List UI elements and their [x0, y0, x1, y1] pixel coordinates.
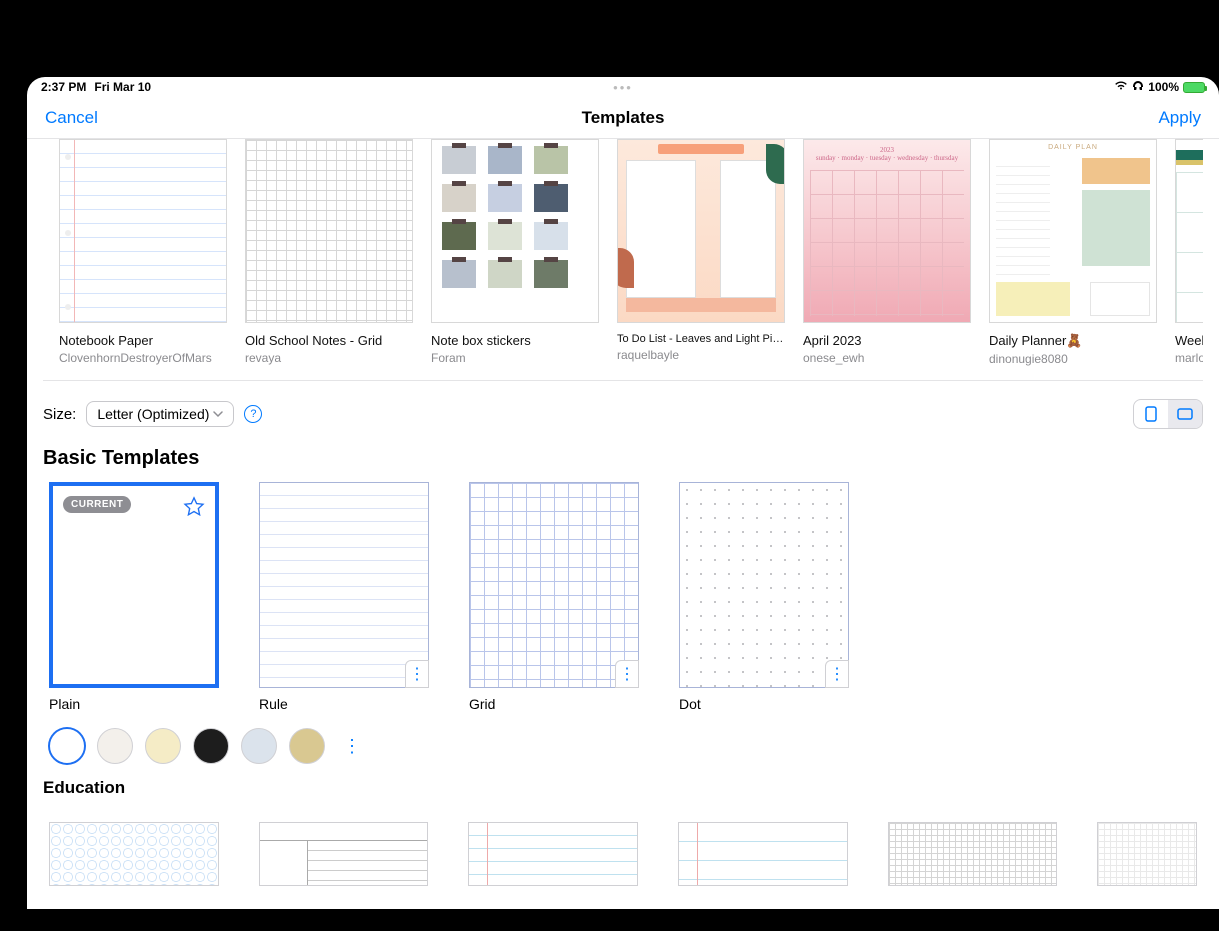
template-author: onese_ewh — [803, 351, 971, 365]
community-template-card[interactable]: To Do List - Leaves and Light Pink Detai… — [617, 139, 785, 366]
education-template[interactable] — [888, 822, 1058, 886]
template-name: Plain — [49, 696, 219, 712]
community-template-card[interactable]: DAILY PLAN Daily Planner🧸 dinonugie8080 — [989, 139, 1157, 366]
community-template-card[interactable]: 2023sunday · monday · tuesday · wednesda… — [803, 139, 971, 366]
cancel-button[interactable]: Cancel — [45, 108, 98, 128]
template-name: Rule — [259, 696, 429, 712]
basic-template-grid[interactable]: ⋮ Grid — [469, 482, 639, 712]
template-name: Dot — [679, 696, 849, 712]
template-author: raquelbayle — [617, 348, 785, 362]
more-icon[interactable]: ⋮ — [405, 660, 429, 688]
status-time: 2:37 PM — [41, 80, 86, 94]
basic-templates-row: CURRENT Plain ⋮ Rule ⋮ Grid ⋮ Dot — [27, 482, 1219, 712]
template-name: Old School Notes - Grid — [245, 333, 413, 348]
more-colors-icon[interactable]: ⋮ — [343, 736, 361, 757]
size-row: Size: Letter (Optimized) ? — [27, 381, 1219, 441]
more-icon[interactable]: ⋮ — [825, 660, 849, 688]
template-author: Foram — [431, 351, 599, 365]
wifi-icon — [1114, 80, 1128, 94]
color-swatch[interactable] — [49, 728, 85, 764]
basic-template-dot[interactable]: ⋮ Dot — [679, 482, 849, 712]
size-value: Letter (Optimized) — [97, 406, 209, 422]
portrait-toggle[interactable] — [1134, 400, 1168, 428]
color-swatch[interactable] — [145, 728, 181, 764]
template-author: ClovenhornDestroyerOfMars — [59, 351, 227, 365]
template-name: April 2023 — [803, 333, 971, 348]
multitask-dots-icon[interactable]: ••• — [613, 80, 633, 95]
color-swatch[interactable] — [289, 728, 325, 764]
modal-header: Cancel Templates Apply — [27, 97, 1219, 139]
color-row: ⋮ — [27, 712, 1219, 772]
template-author: revaya — [245, 351, 413, 365]
education-template[interactable] — [678, 822, 848, 886]
template-name: To Do List - Leaves and Light Pink Detai… — [617, 333, 785, 345]
size-picker[interactable]: Letter (Optimized) — [86, 401, 234, 427]
community-template-card[interactable]: Note box stickers Foram — [431, 139, 599, 366]
help-icon[interactable]: ? — [244, 405, 262, 423]
basic-template-plain[interactable]: CURRENT Plain — [49, 482, 219, 712]
section-title-education: Education — [27, 772, 1219, 810]
community-template-card[interactable]: Weekly marloesh — [1175, 139, 1203, 366]
template-name: Daily Planner🧸 — [989, 333, 1157, 349]
page-title: Templates — [582, 108, 665, 128]
status-bar: 2:37 PM Fri Mar 10 ••• 100% — [27, 77, 1219, 97]
color-swatch[interactable] — [193, 728, 229, 764]
chevron-down-icon — [213, 409, 223, 419]
more-icon[interactable]: ⋮ — [615, 660, 639, 688]
apply-button[interactable]: Apply — [1158, 108, 1201, 128]
headphones-icon — [1132, 80, 1144, 95]
community-template-card[interactable]: Old School Notes - Grid revaya — [245, 139, 413, 366]
community-template-card[interactable]: Notebook Paper ClovenhornDestroyerOfMars — [59, 139, 227, 366]
battery-percent: 100% — [1148, 80, 1179, 94]
size-label: Size: — [43, 406, 76, 423]
community-templates-row[interactable]: Notebook Paper ClovenhornDestroyerOfMars… — [43, 139, 1203, 381]
education-row — [27, 810, 1219, 886]
template-name: Notebook Paper — [59, 333, 227, 348]
color-swatch[interactable] — [97, 728, 133, 764]
landscape-toggle[interactable] — [1168, 400, 1202, 428]
current-badge: CURRENT — [63, 496, 131, 513]
template-author: marloesh — [1175, 351, 1203, 365]
favorite-star-icon[interactable] — [183, 496, 205, 523]
section-title-basic: Basic Templates — [27, 441, 1219, 482]
color-swatch[interactable] — [241, 728, 277, 764]
education-template[interactable] — [1097, 822, 1197, 886]
battery-icon — [1183, 82, 1205, 93]
template-name: Weekly — [1175, 333, 1203, 348]
status-date: Fri Mar 10 — [94, 80, 151, 94]
education-template[interactable] — [49, 822, 219, 886]
template-name: Note box stickers — [431, 333, 599, 348]
education-template[interactable] — [468, 822, 638, 886]
orientation-toggle[interactable] — [1133, 399, 1203, 429]
education-template[interactable] — [259, 822, 429, 886]
template-author: dinonugie8080 — [989, 352, 1157, 366]
basic-template-rule[interactable]: ⋮ Rule — [259, 482, 429, 712]
template-name: Grid — [469, 696, 639, 712]
